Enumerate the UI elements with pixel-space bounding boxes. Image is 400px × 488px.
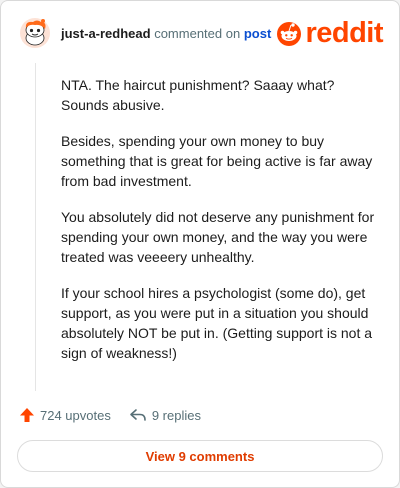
upvote-arrow-icon: [20, 408, 34, 422]
reply-arrow-icon: [130, 409, 146, 421]
username-link[interactable]: just-a-redhead: [61, 26, 151, 41]
reddit-snoo-icon: [277, 22, 302, 46]
reddit-wordmark: reddit: [305, 17, 383, 49]
comment-actions: 724 upvotes 9 replies: [19, 405, 201, 425]
upvote-button[interactable]: 724 upvotes: [19, 407, 111, 423]
reply-count: 9 replies: [151, 407, 201, 423]
comment-paragraph: You absolutely did not deserve any punis…: [61, 209, 375, 265]
comment-meta: just-a-redhead commented on post: [61, 26, 271, 41]
comment-header: just-a-redhead commented on post reddit: [19, 17, 383, 53]
action-text: commented on: [154, 26, 241, 41]
replies-button[interactable]: 9 replies: [129, 407, 201, 423]
comment-card: just-a-redhead commented on post reddit …: [0, 0, 400, 488]
reddit-logo[interactable]: reddit: [275, 17, 383, 49]
comment-body: NTA. The haircut punishment? Saaay what?…: [61, 75, 383, 379]
post-link[interactable]: post: [244, 26, 271, 41]
comment-paragraph: If your school hires a psychologist (som…: [61, 285, 373, 361]
upvote-count: 724 upvotes: [40, 407, 111, 423]
snoo-avatar-icon[interactable]: [19, 17, 51, 49]
comment-paragraph: Besides, spending your own money to buy …: [61, 133, 373, 189]
view-comments-button[interactable]: View 9 comments: [17, 440, 383, 472]
comment-paragraph: NTA. The haircut punishment? Saaay what?…: [61, 77, 335, 113]
thread-line: [35, 63, 36, 391]
